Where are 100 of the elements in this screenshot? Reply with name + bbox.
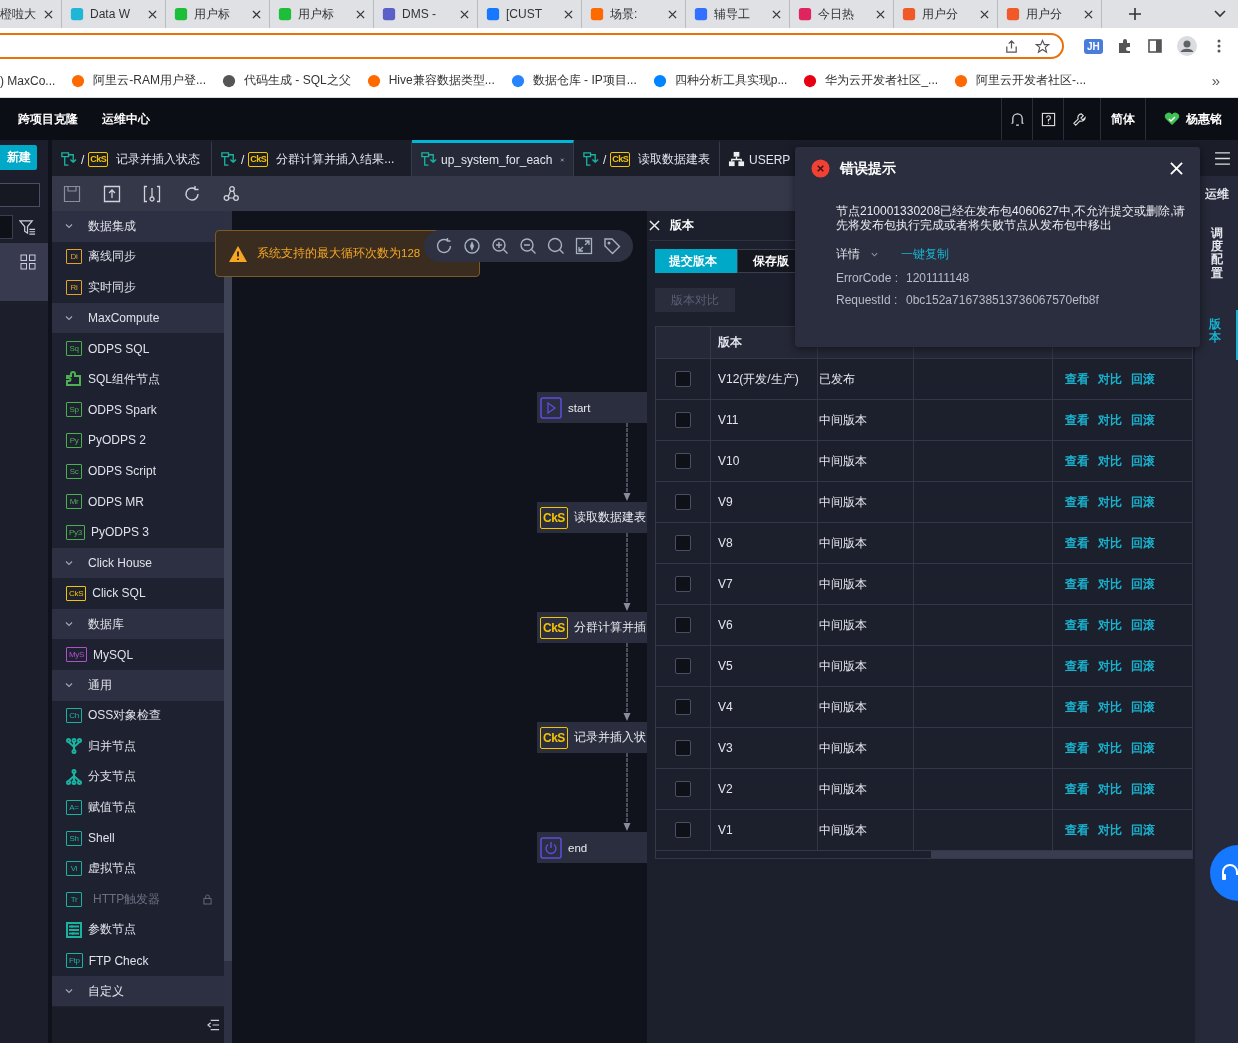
row-checkbox[interactable] bbox=[675, 658, 691, 674]
node-type-item[interactable]: 参数节点 bbox=[52, 914, 224, 946]
node-type-item[interactable]: CkS Click SQL bbox=[52, 578, 224, 609]
action-link[interactable]: 回滚 bbox=[1131, 575, 1155, 593]
bookmark[interactable]: 阿里云-RAM用户登... bbox=[71, 72, 206, 89]
nav-link[interactable]: 跨项目克隆 bbox=[18, 110, 78, 128]
action-link[interactable]: 对比 bbox=[1098, 575, 1122, 593]
action-link[interactable]: 对比 bbox=[1098, 821, 1122, 839]
node-type-item[interactable]: Sq ODPS SQL bbox=[52, 333, 224, 364]
download-icon[interactable] bbox=[143, 184, 161, 203]
menu-icon[interactable] bbox=[1215, 151, 1230, 165]
row-checkbox[interactable] bbox=[675, 740, 691, 756]
action-link[interactable]: 对比 bbox=[1098, 739, 1122, 757]
row-checkbox[interactable] bbox=[675, 699, 691, 715]
node-type-item[interactable]: MyS MySQL bbox=[52, 639, 224, 670]
upload-icon[interactable] bbox=[103, 184, 121, 203]
address-bar[interactable] bbox=[0, 33, 1064, 59]
action-link[interactable]: 查看 bbox=[1065, 780, 1089, 798]
extension-badge[interactable]: JH bbox=[1084, 38, 1103, 54]
more-bookmarks[interactable]: » bbox=[1211, 72, 1220, 89]
node-type-item[interactable]: Ri 实时同步 bbox=[52, 272, 224, 303]
action-link[interactable]: 回滚 bbox=[1131, 616, 1155, 634]
action-link[interactable]: 查看 bbox=[1065, 534, 1089, 552]
refresh-icon[interactable] bbox=[435, 237, 453, 255]
filter-field[interactable] bbox=[0, 215, 13, 239]
category-header[interactable]: 自定义 bbox=[52, 975, 224, 1007]
close-icon[interactable] bbox=[460, 9, 469, 19]
bookmark[interactable]: 四种分析工具实现p... bbox=[652, 72, 788, 89]
category-header[interactable]: 通用 bbox=[52, 669, 224, 701]
wrench-icon[interactable] bbox=[1071, 111, 1087, 127]
close-icon[interactable] bbox=[772, 9, 781, 19]
action-link[interactable]: 对比 bbox=[1098, 698, 1122, 716]
row-checkbox[interactable] bbox=[675, 535, 691, 551]
close-icon[interactable] bbox=[148, 9, 157, 19]
filter-icon[interactable] bbox=[19, 218, 36, 236]
action-link[interactable]: 查看 bbox=[1065, 452, 1089, 470]
category-header[interactable]: Click House bbox=[52, 547, 224, 579]
side-tab[interactable]: 运维 bbox=[1204, 186, 1229, 221]
search-field[interactable] bbox=[0, 183, 40, 207]
row-checkbox[interactable] bbox=[675, 412, 691, 428]
fullscreen-icon[interactable] bbox=[575, 237, 593, 255]
action-link[interactable]: 回滚 bbox=[1131, 370, 1155, 388]
action-link[interactable]: 回滚 bbox=[1131, 821, 1155, 839]
save-icon[interactable] bbox=[63, 184, 81, 203]
close-icon[interactable] bbox=[876, 9, 885, 19]
action-link[interactable]: 回滚 bbox=[1131, 698, 1155, 716]
flow-node[interactable]: start bbox=[537, 392, 647, 423]
action-link[interactable]: 回滚 bbox=[1131, 411, 1155, 429]
action-link[interactable]: 查看 bbox=[1065, 739, 1089, 757]
action-link[interactable]: 查看 bbox=[1065, 616, 1089, 634]
action-link[interactable]: 查看 bbox=[1065, 370, 1089, 388]
node-type-item[interactable]: Py PyODPS 2 bbox=[52, 425, 224, 456]
close-icon[interactable] bbox=[668, 9, 677, 19]
language-menu[interactable]: 简体 bbox=[1111, 110, 1135, 128]
close-icon[interactable] bbox=[564, 9, 573, 19]
flow-node[interactable]: CkS 读取数据建表 bbox=[537, 502, 647, 533]
chevron-down-icon[interactable] bbox=[1214, 10, 1226, 18]
graph-icon[interactable] bbox=[223, 184, 241, 203]
action-link[interactable]: 对比 bbox=[1098, 534, 1122, 552]
action-link[interactable]: 查看 bbox=[1065, 575, 1089, 593]
action-link[interactable]: 对比 bbox=[1098, 493, 1122, 511]
share-icon[interactable] bbox=[1004, 38, 1019, 54]
zoom-in-icon[interactable] bbox=[491, 237, 509, 255]
search-icon[interactable] bbox=[547, 237, 565, 255]
node-type-item[interactable]: Di 离线同步 bbox=[52, 241, 224, 273]
bookmark[interactable]: 阿里云开发者社区-... bbox=[954, 72, 1087, 89]
avatar-icon[interactable] bbox=[1176, 36, 1197, 56]
compass-icon[interactable] bbox=[463, 237, 481, 255]
row-checkbox[interactable] bbox=[675, 371, 691, 387]
flow-node[interactable]: CkS 分群计算并插 bbox=[537, 612, 647, 643]
scrollbar-thumb[interactable] bbox=[931, 851, 1192, 858]
view-switch-row[interactable] bbox=[0, 243, 48, 301]
node-type-item[interactable]: SQL组件节点 bbox=[52, 363, 224, 395]
close-icon[interactable] bbox=[44, 9, 53, 19]
action-link[interactable]: 对比 bbox=[1098, 657, 1122, 675]
bookmark[interactable]: 代码生成 - SQL之父 bbox=[222, 72, 351, 89]
node-type-item[interactable]: Sc ODPS Script bbox=[52, 455, 224, 487]
bookmark[interactable]: ) MaxCo... bbox=[0, 73, 56, 88]
help-icon[interactable] bbox=[1040, 111, 1056, 127]
action-link[interactable]: 回滚 bbox=[1131, 780, 1155, 798]
node-type-item[interactable]: Sh Shell bbox=[52, 822, 224, 854]
row-checkbox[interactable] bbox=[675, 822, 691, 838]
close-icon[interactable] bbox=[356, 9, 365, 19]
row-checkbox[interactable] bbox=[675, 617, 691, 633]
details-toggle[interactable]: 详情 bbox=[836, 246, 860, 263]
category-header[interactable]: 数据集成 bbox=[52, 211, 224, 242]
action-link[interactable]: 对比 bbox=[1098, 780, 1122, 798]
editor-tab[interactable]: up_system_for_each bbox=[412, 140, 574, 176]
node-type-item[interactable]: Sp ODPS Spark bbox=[52, 394, 224, 426]
node-type-item[interactable]: Ftp FTP Check bbox=[52, 945, 224, 976]
puzzle-icon[interactable] bbox=[1116, 38, 1133, 54]
node-type-item[interactable]: 归并节点 bbox=[52, 731, 224, 762]
action-link[interactable]: 回滚 bbox=[1131, 452, 1155, 470]
action-link[interactable]: 查看 bbox=[1065, 411, 1089, 429]
action-link[interactable]: 回滚 bbox=[1131, 534, 1155, 552]
action-link[interactable]: 对比 bbox=[1098, 616, 1122, 634]
collapse-icon[interactable] bbox=[207, 1019, 220, 1031]
editor-tab[interactable]: USERP bbox=[720, 140, 840, 176]
row-checkbox[interactable] bbox=[675, 781, 691, 797]
action-link[interactable]: 对比 bbox=[1098, 411, 1122, 429]
